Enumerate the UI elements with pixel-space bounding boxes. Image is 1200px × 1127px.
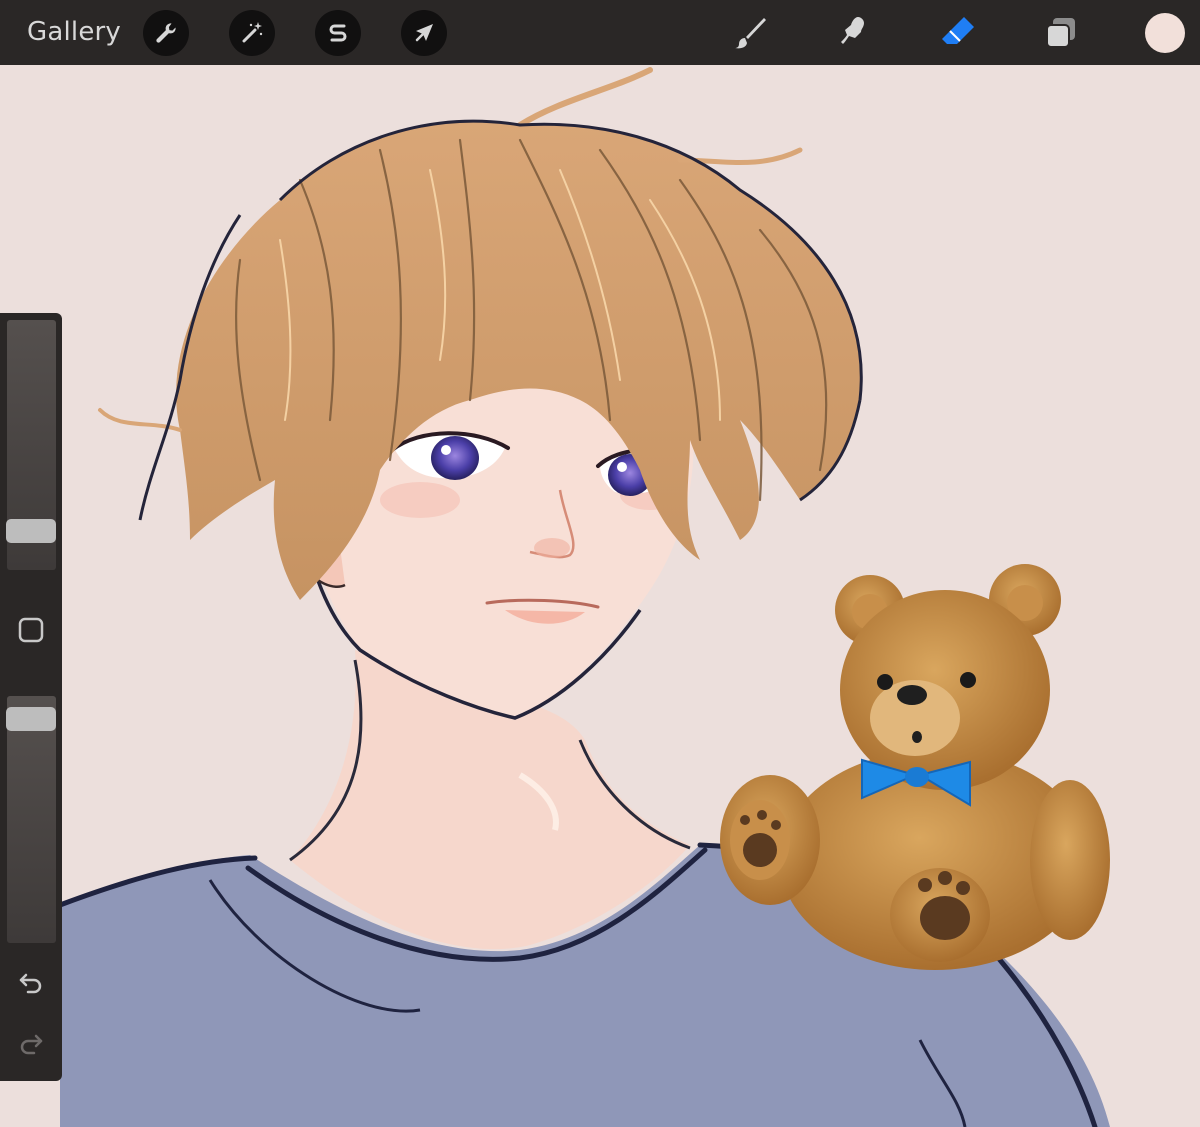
- eraser-icon: [942, 17, 974, 44]
- selection-button[interactable]: [315, 10, 361, 56]
- brush-sidebar: [0, 313, 62, 1081]
- color-picker-button[interactable]: [1145, 13, 1185, 53]
- gallery-button[interactable]: Gallery: [27, 17, 121, 47]
- arrow-cursor-icon: [415, 24, 433, 42]
- brush-icon: [735, 18, 766, 49]
- undo-icon: [19, 973, 42, 994]
- brush-size-handle[interactable]: [6, 518, 56, 543]
- eraser-tool-button[interactable]: [934, 9, 982, 57]
- transform-button[interactable]: [401, 10, 447, 56]
- modify-button[interactable]: [12, 611, 50, 649]
- selection-s-icon: [329, 24, 347, 42]
- wrench-icon: [156, 23, 176, 43]
- drawing-canvas[interactable]: [0, 65, 1200, 1127]
- brush-tool-button[interactable]: [726, 9, 774, 57]
- smudge-icon: [841, 17, 864, 44]
- artwork-illustration: [57, 67, 1110, 1127]
- actions-button[interactable]: [143, 10, 189, 56]
- layers-button[interactable]: [1037, 9, 1085, 57]
- redo-icon: [20, 1034, 43, 1055]
- magic-wand-icon: [242, 22, 263, 43]
- layers-icon: [1046, 18, 1075, 48]
- redo-button[interactable]: [12, 1024, 50, 1062]
- brush-opacity-handle[interactable]: [6, 707, 56, 732]
- adjustments-button[interactable]: [229, 10, 275, 56]
- toolbar: Gallery: [0, 0, 1200, 65]
- smudge-tool-button[interactable]: [830, 9, 878, 57]
- undo-button[interactable]: [12, 963, 50, 1001]
- square-icon: [18, 617, 44, 643]
- brush-opacity-slider[interactable]: [7, 696, 56, 943]
